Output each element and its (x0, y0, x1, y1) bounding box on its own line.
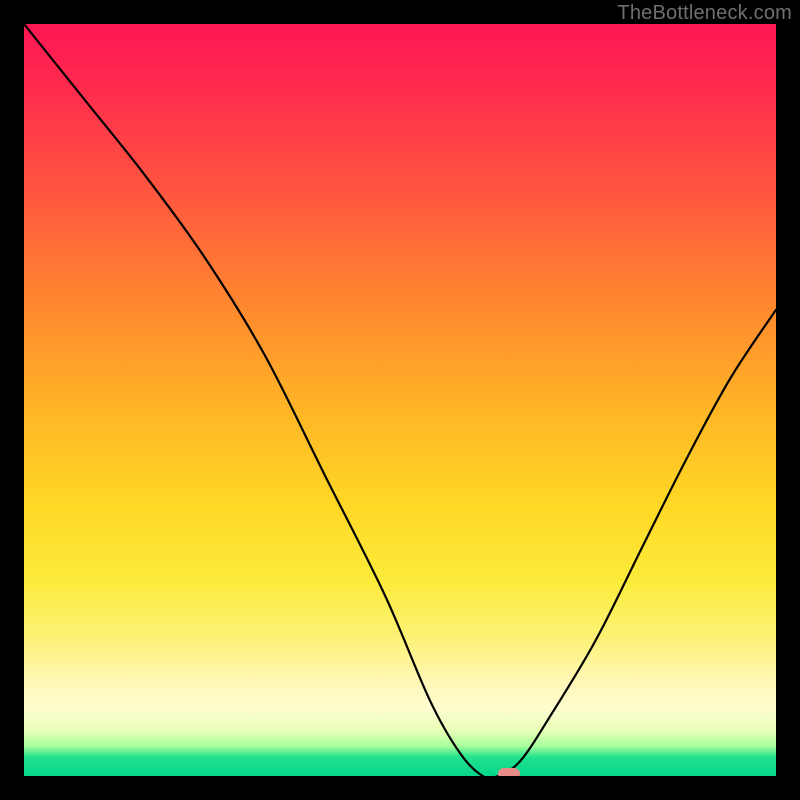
bottleneck-curve (24, 24, 776, 776)
chart-frame: TheBottleneck.com (0, 0, 800, 800)
plot-area (24, 24, 776, 776)
watermark-text: TheBottleneck.com (617, 2, 792, 25)
optimal-marker (498, 768, 520, 776)
